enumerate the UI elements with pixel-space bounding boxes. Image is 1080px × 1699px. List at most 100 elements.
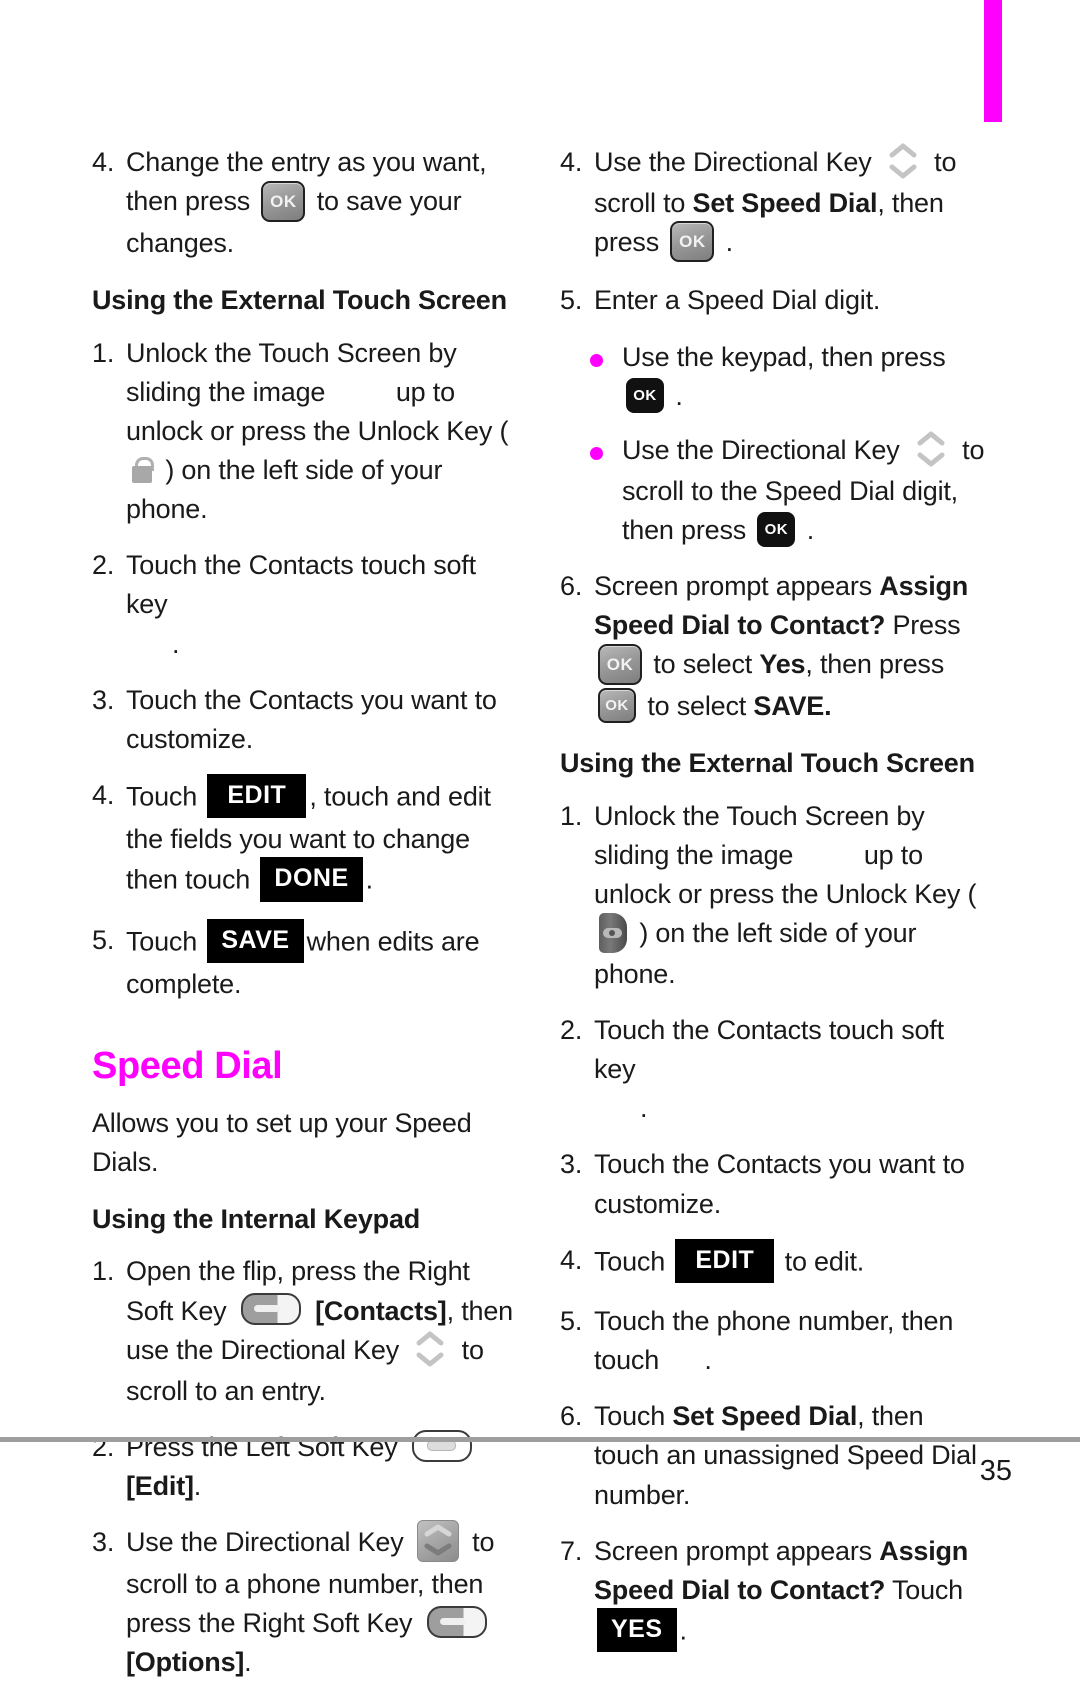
step-text: Unlock the Touch Screen by sliding the i… bbox=[126, 334, 522, 530]
done-chip: DONE bbox=[260, 857, 363, 902]
list-item: 4. Touch EDIT to edit. bbox=[560, 1238, 990, 1285]
step-number: 6. bbox=[560, 570, 583, 601]
list-item: 3. Touch the Contacts you want to custom… bbox=[560, 1145, 990, 1223]
step-number: 4. bbox=[560, 147, 583, 177]
bullet-text: Use the Directional Key to scroll to the… bbox=[622, 431, 990, 550]
list-item: 4. Use the Directional Key to scroll to … bbox=[560, 143, 990, 264]
step-text: Change the entry as you want, then press… bbox=[126, 143, 522, 263]
edit-chip: EDIT bbox=[207, 773, 307, 819]
list-item: 1. Open the flip, press the Right Soft K… bbox=[92, 1252, 522, 1410]
heading-using-external-touch-screen: Using the External Touch Screen bbox=[92, 284, 507, 315]
step-number: 4. bbox=[92, 147, 115, 177]
step-number: 5. bbox=[560, 1306, 583, 1337]
right-soft-key-icon bbox=[426, 1605, 487, 1638]
step-text: Touch the Contacts touch soft key . bbox=[126, 546, 522, 663]
yes-chip: YES bbox=[597, 1608, 677, 1653]
step-text-part: Touch bbox=[594, 1246, 666, 1277]
list-item: 4. Touch EDIT, touch and edit the fields… bbox=[92, 773, 522, 904]
step-text-part: Touch bbox=[594, 1401, 666, 1432]
step-number: 1. bbox=[92, 1256, 115, 1287]
step-text: Use the Directional Key to scroll to a p… bbox=[126, 1519, 522, 1682]
step-text-part: Use the keypad, then press bbox=[622, 341, 946, 372]
step-text-part: ) on the left side of your phone. bbox=[126, 454, 443, 525]
ok-key-icon: OK bbox=[670, 221, 715, 263]
emphasis-text: SAVE. bbox=[753, 690, 832, 721]
step-text: Screen prompt appears Assign Speed Dial … bbox=[594, 567, 990, 726]
list-item: 3. Use the Directional Key to scroll to … bbox=[92, 1519, 522, 1682]
list-item: 5. Touch the phone number, then touch . bbox=[560, 1302, 990, 1380]
step-text-part: Touch bbox=[126, 781, 198, 812]
step-number: 3. bbox=[92, 684, 115, 715]
step-text-part: Touch the Contacts touch soft key bbox=[126, 550, 476, 620]
step-text: Touch EDIT to edit. bbox=[594, 1238, 990, 1285]
step-number: 2. bbox=[92, 550, 115, 581]
footer-divider bbox=[0, 1437, 1080, 1442]
page-number: 35 bbox=[979, 1455, 1012, 1487]
emphasis-text: Set Speed Dial bbox=[672, 1401, 858, 1432]
step-text: Touch the Contacts you want to customize… bbox=[594, 1149, 965, 1219]
step-text-part: to edit. bbox=[784, 1246, 865, 1277]
step-text: Touch the phone number, then touch . bbox=[594, 1302, 990, 1380]
step-text-part: . bbox=[679, 1615, 688, 1646]
unlock-key-icon bbox=[599, 912, 627, 953]
step-text: Unlock the Touch Screen by sliding the i… bbox=[594, 797, 990, 994]
step-text-part: . bbox=[172, 628, 180, 659]
bullet-icon bbox=[590, 431, 622, 550]
ok-key-icon: OK bbox=[626, 378, 664, 414]
unlock-key-icon bbox=[131, 456, 154, 483]
step-text: Touch SAVE when edits are complete. bbox=[126, 918, 522, 1004]
step-text: Open the flip, press the Right Soft Key … bbox=[126, 1252, 522, 1410]
step-number: 3. bbox=[560, 1149, 583, 1180]
edit-chip: EDIT bbox=[675, 1238, 775, 1284]
step-text-part: . bbox=[640, 1093, 648, 1124]
list-item: Use the Directional Key to scroll to the… bbox=[590, 431, 990, 550]
step-text-part: ( bbox=[499, 415, 509, 446]
page-title: Speed Dial bbox=[92, 1044, 283, 1087]
page-columns: 4. Change the entry as you want, then pr… bbox=[0, 0, 1080, 1677]
step-text-part: Touch the phone number, then touch bbox=[594, 1306, 954, 1376]
list-item: 1. Unlock the Touch Screen by sliding th… bbox=[560, 797, 990, 994]
step-number: 5. bbox=[92, 924, 115, 955]
directional-key-icon bbox=[887, 141, 919, 181]
step-number: 5. bbox=[560, 285, 583, 316]
step-text-part: Touch bbox=[891, 1574, 964, 1605]
heading-using-internal-keypad: Using the Internal Keypad bbox=[92, 1203, 421, 1234]
step-text-part: to select bbox=[647, 690, 747, 721]
list-item: 4. Change the entry as you want, then pr… bbox=[92, 143, 522, 263]
list-item: 5. Touch SAVE when edits are complete. bbox=[92, 918, 522, 1004]
list-item: 2. Touch the Contacts touch soft key . bbox=[560, 1011, 990, 1128]
step-text-part: . bbox=[806, 514, 815, 545]
step-number: 1. bbox=[92, 337, 115, 368]
step-text-part: . bbox=[704, 1345, 712, 1376]
directional-key-icon bbox=[915, 429, 947, 469]
step-text-part: Screen prompt appears bbox=[594, 570, 872, 601]
step-text-part: Use the Directional Key bbox=[126, 1527, 404, 1558]
step-number: 4. bbox=[560, 1244, 583, 1275]
step-text-part: . bbox=[725, 227, 734, 258]
step-text-part: , then press bbox=[805, 649, 945, 680]
step-text-part: ( bbox=[967, 878, 977, 909]
ok-key-icon: OK bbox=[757, 512, 796, 548]
directional-key-icon bbox=[416, 1519, 459, 1562]
step-text-part: Touch the Contacts touch soft key bbox=[594, 1015, 944, 1085]
list-item: 6. Screen prompt appears Assign Speed Di… bbox=[560, 567, 990, 726]
step-text-part: . bbox=[675, 380, 683, 411]
step-number: 3. bbox=[92, 1526, 115, 1557]
step-text-part: Use the Directional Key bbox=[622, 434, 900, 465]
bullet-icon bbox=[590, 338, 622, 416]
step-text: Screen prompt appears Assign Speed Dial … bbox=[594, 1532, 990, 1655]
step-text-part: Touch bbox=[126, 925, 198, 956]
step-text-part: to select bbox=[653, 649, 753, 680]
step-text-part: Use the Directional Key bbox=[594, 147, 872, 177]
step-text-part: Screen prompt appears bbox=[594, 1535, 872, 1566]
step-number: 7. bbox=[560, 1535, 583, 1566]
list-item: 2. Touch the Contacts touch soft key . bbox=[92, 546, 522, 663]
emphasis-text: Yes bbox=[759, 649, 806, 680]
step-text-part: ) on the left side of your phone. bbox=[594, 918, 917, 989]
step-text-part: Press bbox=[892, 610, 961, 641]
step-text: Touch the Contacts you want to customize… bbox=[126, 684, 497, 754]
step-text: Use the Directional Key to scroll to Set… bbox=[594, 143, 990, 264]
step-number: 4. bbox=[92, 779, 115, 810]
step-number: 2. bbox=[560, 1015, 583, 1046]
section-intro: Allows you to set up your Speed Dials. bbox=[92, 1107, 472, 1177]
